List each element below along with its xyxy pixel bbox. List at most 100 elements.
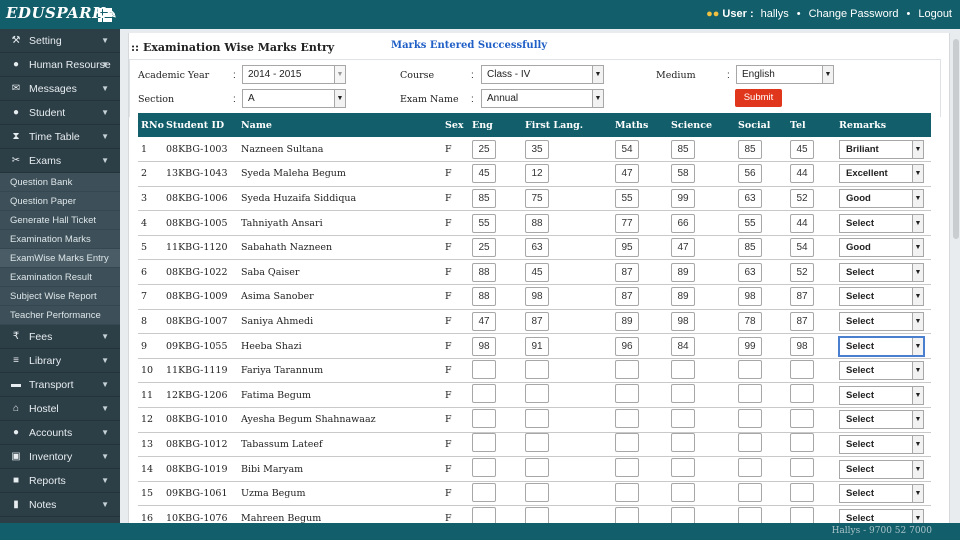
remarks-select[interactable]: Select ▼ (839, 434, 924, 454)
mark-input-science[interactable]: 89 (671, 262, 695, 282)
submenu-item-examwise-marks-entry[interactable]: ExamWise Marks Entry (0, 249, 120, 268)
sidebar-item-student[interactable]: ● Student ▼ (0, 101, 120, 125)
mark-input-first-lang[interactable]: 91 (525, 336, 549, 356)
mark-input-science[interactable] (671, 482, 695, 502)
mark-input-science[interactable]: 89 (671, 287, 695, 307)
submenu-item-generate-hall-ticket[interactable]: Generate Hall Ticket (0, 211, 120, 230)
sidebar-item-reports[interactable]: ■ Reports ▼ (0, 469, 120, 493)
mark-input-maths[interactable] (615, 384, 639, 404)
mark-input-social[interactable] (738, 359, 762, 379)
mark-input-tel[interactable] (790, 482, 814, 502)
remarks-select[interactable]: Good ▼ (839, 188, 924, 208)
mark-input-social[interactable]: 85 (738, 238, 762, 258)
academic-year-select[interactable]: 2014 - 2015 ▼ (242, 65, 346, 84)
mark-input-eng[interactable]: 85 (472, 188, 496, 208)
mark-input-science[interactable] (671, 433, 695, 453)
mark-input-first-lang[interactable] (525, 384, 549, 404)
mark-input-maths[interactable]: 47 (615, 164, 639, 184)
mark-input-social[interactable]: 98 (738, 287, 762, 307)
exam-name-select[interactable]: Annual ▼ (481, 89, 604, 108)
mark-input-eng[interactable]: 98 (472, 336, 496, 356)
mark-input-maths[interactable] (615, 433, 639, 453)
submenu-item-subject-wise-report[interactable]: Subject Wise Report (0, 287, 120, 306)
mark-input-science[interactable]: 99 (671, 188, 695, 208)
mark-input-social[interactable]: 63 (738, 188, 762, 208)
mark-input-science[interactable]: 58 (671, 164, 695, 184)
mark-input-first-lang[interactable]: 88 (525, 213, 549, 233)
mark-input-social[interactable]: 56 (738, 164, 762, 184)
mark-input-first-lang[interactable] (525, 458, 549, 478)
mark-input-eng[interactable]: 55 (472, 213, 496, 233)
mark-input-science[interactable]: 85 (671, 139, 695, 159)
mark-input-tel[interactable] (790, 408, 814, 428)
mark-input-tel[interactable]: 45 (790, 139, 814, 159)
mark-input-science[interactable] (671, 359, 695, 379)
mark-input-eng[interactable]: 88 (472, 287, 496, 307)
mark-input-maths[interactable]: 77 (615, 213, 639, 233)
sidebar-item-exams[interactable]: ✂ Exams ▼ (0, 149, 120, 173)
remarks-select[interactable]: Select ▼ (839, 410, 924, 430)
mark-input-first-lang[interactable] (525, 433, 549, 453)
mark-input-maths[interactable] (615, 408, 639, 428)
sidebar-item-hostel[interactable]: ⌂ Hostel ▼ (0, 397, 120, 421)
remarks-select[interactable]: Select ▼ (839, 336, 924, 356)
submenu-item-examination-marks[interactable]: Examination Marks (0, 230, 120, 249)
page-scrollbar[interactable] (952, 29, 960, 523)
submenu-item-examination-result[interactable]: Examination Result (0, 268, 120, 287)
remarks-select[interactable]: Select ▼ (839, 213, 924, 233)
remarks-select[interactable]: Select ▼ (839, 385, 924, 405)
mark-input-social[interactable]: 85 (738, 139, 762, 159)
sidebar-item-library[interactable]: ≡ Library ▼ (0, 349, 120, 373)
sidebar-item-transport[interactable]: ▬ Transport ▼ (0, 373, 120, 397)
remarks-select[interactable]: Select ▼ (839, 262, 924, 282)
mark-input-maths[interactable]: 54 (615, 139, 639, 159)
mark-input-tel[interactable]: 98 (790, 336, 814, 356)
mark-input-maths[interactable] (615, 482, 639, 502)
mark-input-science[interactable] (671, 408, 695, 428)
mark-input-social[interactable]: 99 (738, 336, 762, 356)
mark-input-tel[interactable]: 52 (790, 188, 814, 208)
medium-select[interactable]: English ▼ (736, 65, 834, 84)
mark-input-science[interactable]: 98 (671, 311, 695, 331)
mark-input-social[interactable]: 63 (738, 262, 762, 282)
remarks-select[interactable]: Briliant ▼ (839, 139, 924, 159)
mark-input-maths[interactable] (615, 359, 639, 379)
mark-input-science[interactable] (671, 384, 695, 404)
mark-input-eng[interactable]: 45 (472, 164, 496, 184)
sidebar-item-accounts[interactable]: ● Accounts ▼ (0, 421, 120, 445)
mark-input-eng[interactable] (472, 482, 496, 502)
mark-input-eng[interactable]: 88 (472, 262, 496, 282)
remarks-select[interactable]: Select ▼ (839, 361, 924, 381)
mark-input-maths[interactable] (615, 458, 639, 478)
section-select[interactable]: A ▼ (242, 89, 346, 108)
mark-input-science[interactable]: 47 (671, 238, 695, 258)
scrollbar-thumb[interactable] (953, 39, 959, 239)
remarks-select[interactable]: Select ▼ (839, 484, 924, 504)
submenu-item-teacher-performance[interactable]: Teacher Performance (0, 306, 120, 325)
mark-input-tel[interactable] (790, 433, 814, 453)
sidebar-item-fees[interactable]: ₹ Fees ▼ (0, 325, 120, 349)
mark-input-eng[interactable] (472, 408, 496, 428)
sidebar-item-human-resourse[interactable]: ● Human Resourse ▼ (0, 53, 120, 77)
mark-input-tel[interactable]: 52 (790, 262, 814, 282)
remarks-select[interactable]: Excellent ▼ (839, 164, 924, 184)
mark-input-science[interactable] (671, 458, 695, 478)
submenu-item-question-paper[interactable]: Question Paper (0, 192, 120, 211)
mark-input-tel[interactable] (790, 359, 814, 379)
mark-input-science[interactable]: 66 (671, 213, 695, 233)
remarks-select[interactable]: Select ▼ (839, 311, 924, 331)
mark-input-first-lang[interactable]: 87 (525, 311, 549, 331)
mark-input-first-lang[interactable]: 63 (525, 238, 549, 258)
mark-input-first-lang[interactable] (525, 482, 549, 502)
mark-input-eng[interactable] (472, 458, 496, 478)
mark-input-first-lang[interactable]: 35 (525, 139, 549, 159)
mark-input-tel[interactable]: 44 (790, 213, 814, 233)
mark-input-tel[interactable]: 87 (790, 311, 814, 331)
mark-input-first-lang[interactable]: 45 (525, 262, 549, 282)
mark-input-social[interactable]: 78 (738, 311, 762, 331)
course-select[interactable]: Class - IV ▼ (481, 65, 604, 84)
mark-input-maths[interactable]: 95 (615, 238, 639, 258)
mark-input-maths[interactable]: 87 (615, 287, 639, 307)
mark-input-eng[interactable] (472, 359, 496, 379)
mark-input-eng[interactable]: 25 (472, 238, 496, 258)
